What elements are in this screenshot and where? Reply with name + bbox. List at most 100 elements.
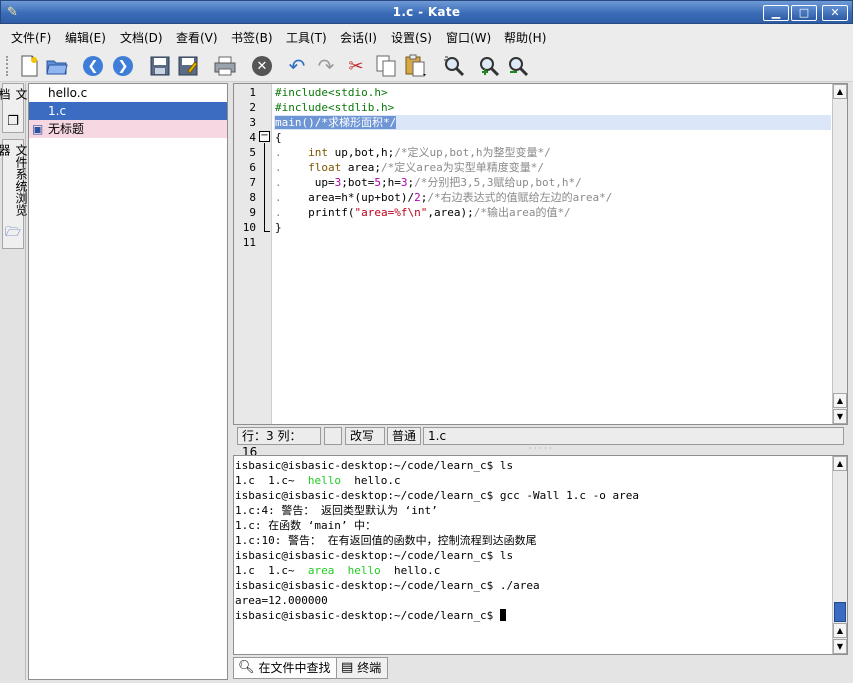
terminal-output[interactable]: isbasic@isbasic-desktop:~/code/learn_c$ … — [235, 458, 831, 623]
terminal-cursor — [499, 609, 506, 621]
code-line[interactable]: . int up,bot,h;/*定义up,bot,h为整型变量*/ — [274, 145, 831, 160]
code-token: /*输出area的值*/ — [473, 206, 571, 219]
code-token: . — [275, 191, 282, 204]
document-item-untitled[interactable]: ▣ 无标题 — [29, 120, 227, 138]
close-document-icon[interactable]: ✕ — [250, 54, 274, 78]
terminal-token: 1.c 1.c~ — [235, 564, 308, 577]
code-line[interactable]: . area=h*(up+bot)/2;/*右边表达式的值赋给左边的area*/ — [274, 190, 831, 205]
folder-icon: 🗁 — [4, 225, 22, 240]
open-folder-icon[interactable] — [45, 54, 69, 78]
fold-toggle-icon[interactable]: − — [259, 131, 270, 142]
menu-sessions[interactable]: 会话(I) — [340, 29, 377, 46]
code-token: area; — [341, 161, 381, 174]
cut-icon[interactable]: ✂ — [344, 54, 368, 78]
menu-bookmarks[interactable]: 书签(B) — [231, 29, 273, 46]
paste-icon[interactable] — [404, 54, 428, 78]
tab-documents-label: 文档 — [0, 88, 28, 100]
document-item-1-c[interactable]: 1.c — [29, 102, 227, 120]
terminal-line: 1.c: 在函数 ‘main’ 中： — [235, 518, 831, 533]
code-line[interactable]: #include<stdlib.h> — [274, 100, 831, 115]
close-button[interactable]: ✕ — [822, 5, 848, 21]
menu-file[interactable]: 文件(F) — [11, 29, 51, 46]
maximize-button[interactable]: □ — [791, 5, 817, 21]
menu-tools[interactable]: 工具(T) — [286, 29, 327, 46]
undo-icon[interactable]: ↶ — [285, 54, 309, 78]
documents-icon: ❐ — [7, 114, 19, 129]
overwrite-mode[interactable]: 改写 — [345, 427, 385, 445]
tab-filesystem-browser[interactable]: 文件系统浏览器 🗁 — [0, 139, 28, 249]
code-line[interactable]: #include<stdio.h> — [274, 85, 831, 100]
zoom-in-icon[interactable] — [477, 54, 501, 78]
terminal-line: 1.c:10: 警告： 在有返回值的函数中，控制流程到达函数尾 — [235, 533, 831, 548]
menu-window[interactable]: 窗口(W) — [446, 29, 491, 46]
terminal-icon: ▤ — [341, 660, 354, 675]
copy-icon[interactable] — [374, 54, 398, 78]
terminal-line: isbasic@isbasic-desktop:~/code/learn_c$ … — [235, 458, 831, 473]
selection-mode[interactable]: 普通 — [387, 427, 421, 445]
menu-help[interactable]: 帮助(H) — [504, 29, 546, 46]
code-line[interactable]: } — [274, 220, 831, 235]
menu-edit[interactable]: 编辑(E) — [65, 29, 106, 46]
document-item-hello-c[interactable]: hello.c — [29, 84, 227, 102]
terminal-token: isbasic@isbasic-desktop:~/code/learn_c$ — [235, 609, 500, 622]
code-line[interactable]: main()/*求梯形面积*/ — [274, 115, 831, 130]
code-line[interactable]: . float area;/*定义area为实型单精度变量*/ — [274, 160, 831, 175]
panel-splitter-handle[interactable]: · · · · · — [233, 445, 848, 454]
minimize-button[interactable]: ▁ — [763, 5, 789, 21]
scroll-down-arrow-icon[interactable]: ▼ — [833, 409, 847, 424]
tab-terminal[interactable]: ▤ 终端 — [336, 657, 389, 679]
find-icon[interactable] — [442, 54, 466, 78]
save-as-icon[interactable] — [176, 54, 200, 78]
line-number: 11 — [242, 236, 256, 249]
scroll-up-arrow-icon[interactable]: ▲ — [833, 84, 847, 99]
code-token: printf( — [281, 206, 355, 219]
code-editor[interactable]: 1 2 3 4 5 6 7 8 9 10 11 − #include<stdio.h> #includ… — [233, 83, 848, 425]
terminal-token: hello — [347, 564, 381, 577]
modified-indicator — [324, 427, 342, 445]
code-line[interactable]: { — [274, 130, 831, 145]
terminal-vertical-scrollbar[interactable]: ▲ ▲ ▼ — [832, 456, 847, 654]
terminal-token: isbasic@isbasic-desktop:~/code/learn_c$ … — [235, 459, 514, 472]
scroll-down-arrow-icon[interactable]: ▼ — [833, 639, 847, 654]
line-number: 9 — [249, 206, 256, 219]
toolbar-grip[interactable] — [6, 56, 9, 76]
redo-icon[interactable]: ↷ — [314, 54, 338, 78]
terminal-scroll-thumb[interactable] — [834, 602, 846, 622]
menu-settings[interactable]: 设置(S) — [391, 29, 432, 46]
code-line[interactable] — [274, 235, 831, 250]
code-token: /*右边表达式的值赋给左边的area*/ — [427, 191, 613, 204]
terminal-panel[interactable]: isbasic@isbasic-desktop:~/code/learn_c$ … — [233, 455, 848, 655]
document-list: hello.c 1.c ▣ 无标题 — [28, 83, 228, 680]
terminal-token: hello.c — [340, 474, 401, 487]
terminal-line: isbasic@isbasic-desktop:~/code/learn_c$ … — [235, 548, 831, 563]
terminal-line: area=12.000000 — [235, 593, 831, 608]
forward-icon[interactable]: ❯ — [111, 54, 135, 78]
terminal-token: 1.c:4: 警告： 返回类型默认为 ‘int’ — [235, 504, 438, 517]
title-bar[interactable]: ✎ 1.c - Kate ▁ □ ✕ — [0, 0, 853, 24]
line-number-gutter: 1 2 3 4 5 6 7 8 9 10 11 − — [234, 84, 272, 424]
terminal-line: isbasic@isbasic-desktop:~/code/learn_c$ … — [235, 578, 831, 593]
zoom-out-icon[interactable] — [506, 54, 530, 78]
editor-vertical-scrollbar[interactable]: ▲ ▲ ▼ — [832, 84, 847, 424]
line-number: 1 — [249, 86, 256, 99]
back-icon[interactable]: ❮ — [81, 54, 105, 78]
save-icon[interactable] — [148, 54, 172, 78]
code-token: { — [275, 131, 282, 144]
scroll-up-arrow-icon[interactable]: ▲ — [833, 623, 847, 638]
main-toolbar: ❮ ❯ ✕ ↶ ↷ ✂ — [0, 48, 853, 82]
code-token: #include<stdlib.h> — [275, 101, 395, 114]
tab-terminal-label: 终端 — [357, 661, 382, 675]
print-icon[interactable] — [213, 54, 237, 78]
code-line[interactable]: . up=3;bot=5;h=3;/*分别把3,5,3赋给up,bot,h*/ — [274, 175, 831, 190]
menu-bar: 文件(F) 编辑(E) 文档(D) 查看(V) 书签(B) 工具(T) 会话(I… — [0, 24, 853, 48]
scroll-up-arrow-icon[interactable]: ▲ — [833, 456, 847, 471]
menu-view[interactable]: 查看(V) — [176, 29, 218, 46]
tab-find-in-files[interactable]: 🔍︎ 在文件中查找 — [233, 657, 338, 679]
line-number: 3 — [249, 116, 256, 129]
menu-document[interactable]: 文档(D) — [120, 29, 163, 46]
tab-documents[interactable]: 文档 ❐ — [0, 83, 28, 133]
scroll-up-arrow-icon[interactable]: ▲ — [833, 393, 847, 408]
new-document-icon[interactable] — [17, 54, 41, 78]
code-line[interactable]: . printf("area=%f\n",area);/*输出area的值*/ — [274, 205, 831, 220]
